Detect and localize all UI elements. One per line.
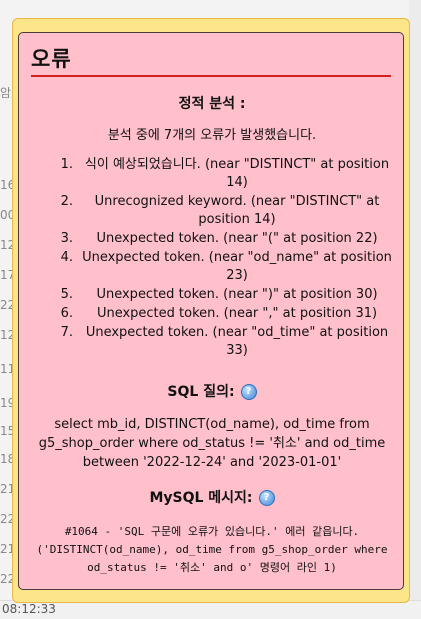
mysql-message-heading: MySQL 메시지: xyxy=(149,490,253,506)
help-icon[interactable]: ? xyxy=(240,384,257,400)
error-text: Unexpected token. (near ")" at position … xyxy=(96,287,378,302)
error-number: 7. xyxy=(60,325,73,340)
error-dialog: 오류 정적 분석 : 분석 중에 7개의 오류가 발생했습니다. 1. 식이 예… xyxy=(18,32,404,590)
list-item: 7. Unexpected token. (near "od_time" at … xyxy=(33,324,395,360)
error-number: 3. xyxy=(60,231,73,246)
error-number: 1. xyxy=(60,157,73,172)
dialog-title: 오류 xyxy=(31,43,391,77)
sql-query-text: select mb_id, DISTINCT(od_name), od_time… xyxy=(38,417,386,470)
error-text: Unexpected token. (near "(" at position … xyxy=(96,231,378,246)
list-item: 1. 식이 예상되었습니다. (near "DISTINCT" at posit… xyxy=(33,156,395,192)
list-item: 6. Unexpected token. (near "," at positi… xyxy=(33,305,395,323)
error-list: 1. 식이 예상되었습니다. (near "DISTINCT" at posit… xyxy=(33,156,395,361)
error-number: 6. xyxy=(60,306,73,321)
list-item: 4. Unexpected token. (near "od_name" at … xyxy=(33,249,395,285)
list-item: 3. Unexpected token. (near "(" at positi… xyxy=(33,230,395,248)
background-time: 08:12:33 xyxy=(2,602,56,616)
error-text: 식이 예상되었습니다. (near "DISTINCT" at position… xyxy=(84,157,390,190)
error-text: Unexpected token. (near "," at position … xyxy=(96,306,378,321)
error-number: 5. xyxy=(60,287,73,302)
error-number: 4. xyxy=(60,250,73,265)
help-icon[interactable]: ? xyxy=(258,490,275,506)
error-text: Unexpected token. (near "od_name" at pos… xyxy=(82,250,392,283)
static-analysis-heading: 정적 분석 : xyxy=(178,96,246,112)
error-number: 2. xyxy=(60,194,73,209)
mysql-message-text: #1064 - 'SQL 구문에 오류가 있습니다.' 에러 같읍니다. ('D… xyxy=(36,525,388,574)
background-page-right xyxy=(409,0,421,618)
mysql-message-heading-row: MySQL 메시지:? xyxy=(19,487,405,507)
error-summary: 분석 중에 7개의 오류가 발생했습니다. xyxy=(107,128,317,143)
list-item: 5. Unexpected token. (near ")" at positi… xyxy=(33,286,395,304)
error-text: Unrecognized keyword. (near "DISTINCT" a… xyxy=(94,194,380,227)
sql-query-heading: SQL 질의: xyxy=(167,384,235,400)
list-item: 2. Unrecognized keyword. (near "DISTINCT… xyxy=(33,193,395,229)
sql-query-heading-row: SQL 질의:? xyxy=(19,381,405,401)
error-text: Unexpected token. (near "od_time" at pos… xyxy=(85,325,389,358)
